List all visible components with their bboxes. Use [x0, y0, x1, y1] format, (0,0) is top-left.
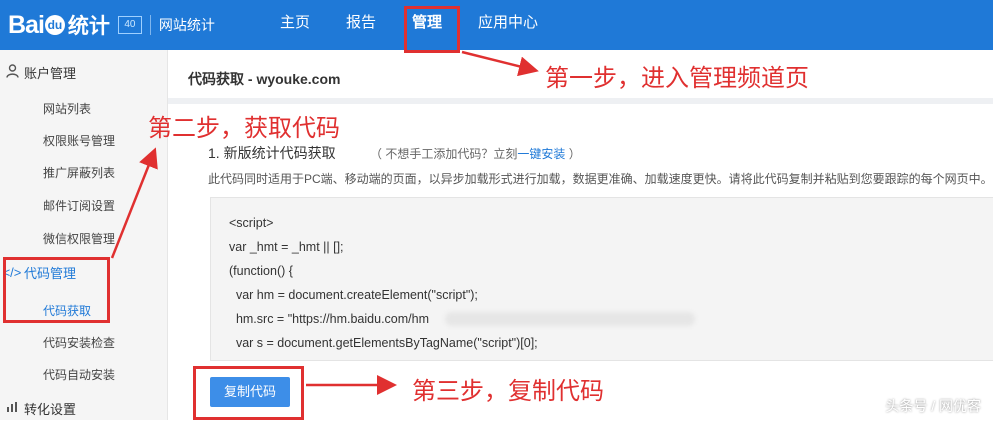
- watermark: 头条号 / 网优客: [885, 398, 981, 414]
- annotation-arrows: [110, 50, 539, 395]
- annotation-step-2: 第二步，获取代码: [148, 114, 340, 142]
- annotation-step-1: 第一步，进入管理频道页: [545, 64, 809, 92]
- annotation-step-3: 第三步，复制代码: [412, 377, 604, 405]
